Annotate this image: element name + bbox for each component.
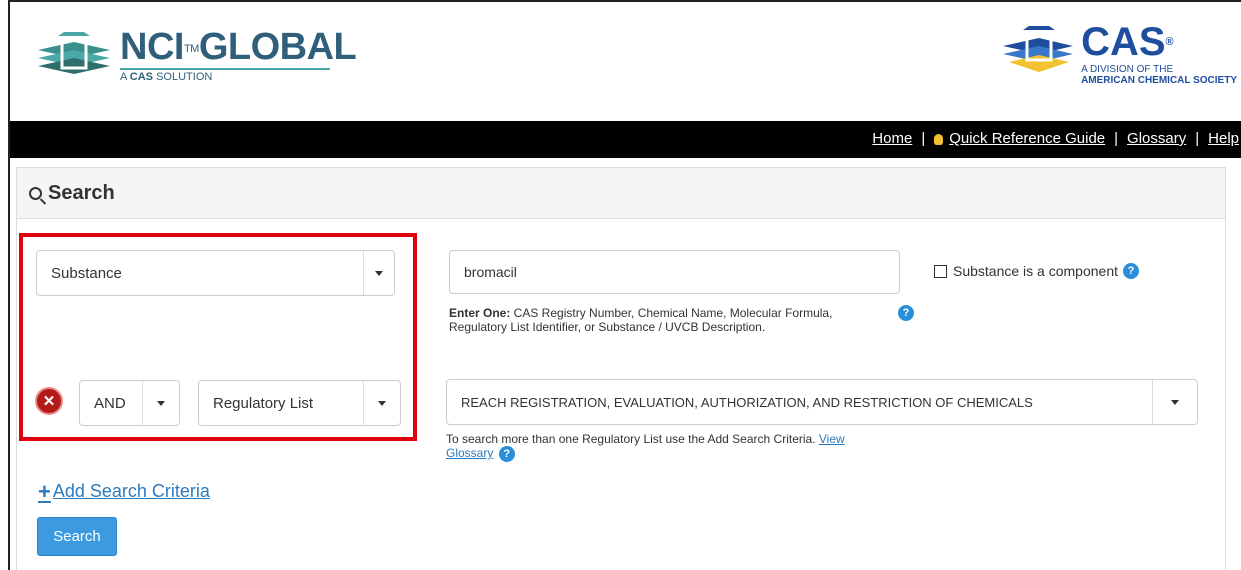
cas-logo-line2: AMERICAN CHEMICAL SOCIETY <box>1081 75 1237 86</box>
nci-logo-mark-icon <box>38 32 110 74</box>
criteria2-field-select[interactable]: Regulatory List <box>198 380 401 426</box>
regulatory-list-hint: To search more than one Regulatory List … <box>446 432 845 462</box>
component-checkbox-group[interactable]: Substance is a component ? <box>934 263 1139 279</box>
operator-value: AND <box>94 394 126 412</box>
nav-separator: | <box>1195 130 1200 147</box>
nav-separator: | <box>921 130 926 147</box>
nav-quick-reference-link[interactable]: Quick Reference Guide <box>949 130 1105 147</box>
chevron-down-icon <box>378 400 386 406</box>
help-icon[interactable]: ? <box>898 305 914 321</box>
component-checkbox-label: Substance is a component <box>953 263 1118 279</box>
dropdown-toggle[interactable] <box>142 381 179 425</box>
regulatory-list-select[interactable]: REACH REGISTRATION, EVALUATION, AUTHORIZ… <box>446 379 1198 425</box>
cas-logo-title: CAS® <box>1081 20 1174 64</box>
operator-select[interactable]: AND <box>79 380 180 426</box>
nci-global-logo[interactable]: NCITMGLOBAL A CAS SOLUTION <box>34 26 357 83</box>
help-icon[interactable]: ? <box>498 446 515 462</box>
component-checkbox[interactable] <box>934 264 947 278</box>
dropdown-toggle[interactable] <box>363 381 400 425</box>
chevron-down-icon <box>157 400 165 406</box>
nav-home-link[interactable]: Home <box>872 130 912 147</box>
cas-logo[interactable]: CAS® A DIVISION OF THE AMERICAN CHEMICAL… <box>1001 22 1237 87</box>
cas-logo-mark-icon <box>1003 26 1074 72</box>
nav-glossary-link[interactable]: Glossary <box>1127 130 1186 147</box>
criteria-field-select[interactable]: Substance <box>36 250 395 296</box>
criteria2-field-value: Regulatory List <box>213 394 314 412</box>
lightbulb-icon <box>934 134 944 145</box>
search-button[interactable]: Search <box>37 517 117 556</box>
nav-links: Home | Quick Reference Guide | Glossary … <box>872 130 1239 147</box>
nav-separator: | <box>1114 130 1119 147</box>
search-term-value: bromacil <box>464 264 517 280</box>
help-icon[interactable]: ? <box>1123 263 1139 279</box>
top-nav-bar: Home | Quick Reference Guide | Glossary … <box>10 121 1241 158</box>
plus-icon: + <box>38 478 51 504</box>
search-panel-header: Search <box>17 168 1225 219</box>
dropdown-toggle[interactable] <box>363 251 394 295</box>
nci-logo-title: NCITMGLOBAL <box>120 26 357 68</box>
nci-logo-subtitle: A CAS SOLUTION <box>120 68 330 83</box>
add-search-criteria-label: Add Search Criteria <box>52 481 210 501</box>
search-term-input[interactable]: bromacil <box>449 250 900 294</box>
regulatory-list-value: REACH REGISTRATION, EVALUATION, AUTHORIZ… <box>461 394 1033 410</box>
add-search-criteria-link[interactable]: + Add Search Criteria <box>38 478 210 504</box>
criteria-field-value: Substance <box>51 264 122 282</box>
chevron-down-icon <box>1171 399 1179 405</box>
search-panel-title: Search <box>48 181 115 204</box>
remove-criteria-icon[interactable]: ✕ <box>37 389 61 413</box>
search-term-hint: Enter One: CAS Registry Number, Chemical… <box>449 306 833 334</box>
chevron-down-icon <box>375 270 383 276</box>
search-icon <box>29 186 42 200</box>
nav-help-link[interactable]: Help <box>1208 130 1239 147</box>
cas-logo-line1: A DIVISION OF THE <box>1081 64 1174 75</box>
dropdown-toggle[interactable] <box>1152 380 1197 424</box>
site-header: NCITMGLOBAL A CAS SOLUTION CAS® A DIVISI… <box>10 2 1241 121</box>
